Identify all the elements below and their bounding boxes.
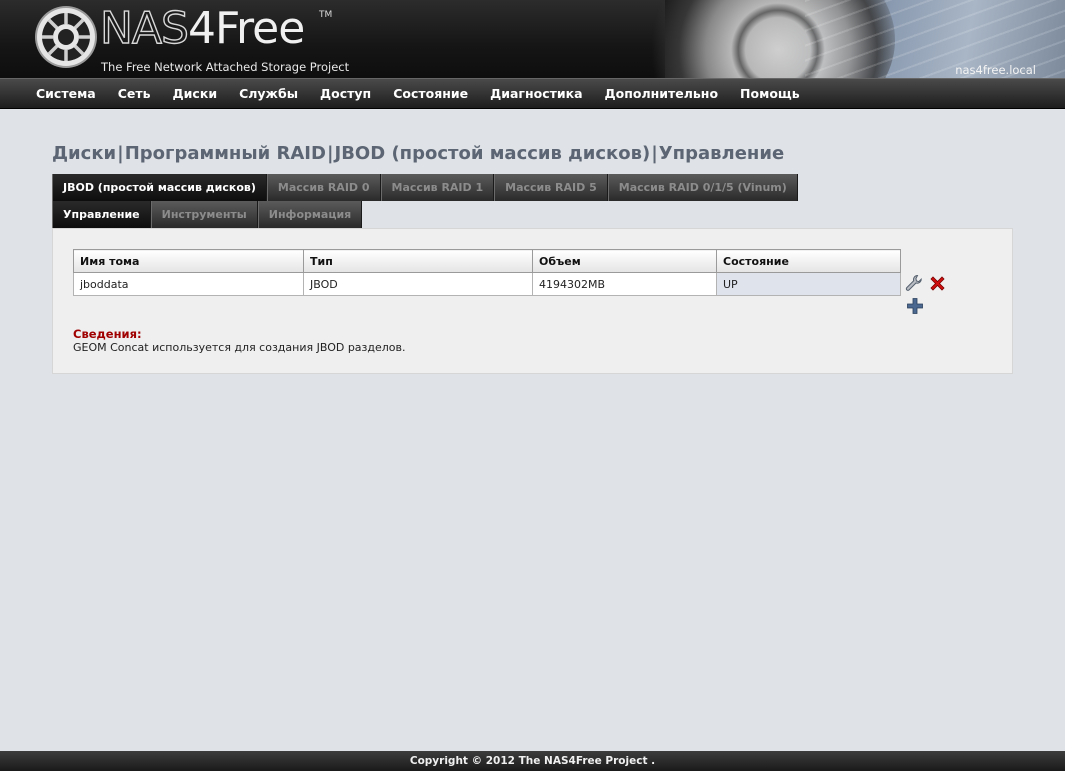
logo-wordmark: NAS4Free [99,3,305,54]
raid-type-tabs: JBOD (простой массив дисков) Массив RAID… [52,174,798,201]
breadcrumb-management: Управление [658,143,785,164]
breadcrumb-separator: | [117,143,124,164]
menu-help[interactable]: Помощь [729,79,811,108]
tab-information[interactable]: Информация [257,201,363,228]
tab-raid1[interactable]: Массив RAID 1 [380,174,495,201]
red-x-icon[interactable] [928,274,947,293]
cell-size: 4194302MB [532,272,717,296]
menu-disks[interactable]: Диски [162,79,229,108]
volume-table: Имя тома Тип Объем Состояние jboddata JB… [73,249,901,296]
breadcrumb-disks: Диски [52,143,117,164]
menu-system[interactable]: Система [25,79,107,108]
table-row: jboddata JBOD 4194302MB UP [73,272,901,296]
jbod-subtabs: Управление Инструменты Информация [52,201,363,228]
logo-trademark: TM [319,10,333,20]
header-banner: NAS4Free TM The Free Network Attached St… [0,0,1065,78]
breadcrumb-jbod: JBOD (простой массив дисков) [334,143,651,164]
breadcrumb-software-raid: Программный RAID [124,143,326,164]
cell-state: UP [716,272,901,296]
menu-access[interactable]: Доступ [309,79,382,108]
menu-services[interactable]: Службы [228,79,309,108]
menu-advanced[interactable]: Дополнительно [594,79,730,108]
logo-nas: NAS [99,3,189,54]
menu-network[interactable]: Сеть [107,79,162,108]
header-size: Объем [532,249,717,273]
info-text: GEOM Concat используется для создания JB… [73,341,406,354]
table-header-row: Имя тома Тип Объем Состояние [73,249,901,273]
tab-vinum[interactable]: Массив RAID 0/1/5 (Vinum) [607,174,798,201]
menu-diagnostics[interactable]: Диагностика [479,79,593,108]
breadcrumb-separator: | [651,143,658,164]
wrench-icon[interactable] [905,274,923,292]
content-panel: Имя тома Тип Объем Состояние jboddata JB… [52,228,1013,374]
menu-status[interactable]: Состояние [382,79,479,108]
tab-raid0[interactable]: Массив RAID 0 [266,174,381,201]
header-volume-name: Имя тома [73,249,304,273]
nas4free-logo-icon [35,6,97,68]
main-menu-bar: Система Сеть Диски Службы Доступ Состоян… [0,78,1065,109]
tab-tools[interactable]: Инструменты [150,201,258,228]
header-state: Состояние [716,249,901,273]
logo-tagline: The Free Network Attached Storage Projec… [101,60,350,74]
info-title: Сведения: [73,327,142,341]
footer: Copyright © 2012 The NAS4Free Project . [0,751,1065,771]
plus-icon[interactable] [906,297,924,315]
tab-jbod[interactable]: JBOD (простой массив дисков) [52,174,267,201]
breadcrumb-separator: | [326,143,334,164]
hostname: nas4free.local [955,63,1036,77]
page-title: Диски|Программный RAID|JBOD (простой мас… [52,143,784,164]
cell-type: JBOD [303,272,533,296]
cell-volume-name: jboddata [73,272,304,296]
tab-raid5[interactable]: Массив RAID 5 [494,174,608,201]
logo-free: 4Free [187,3,305,54]
header-type: Тип [303,249,533,273]
tab-management[interactable]: Управление [52,201,151,228]
